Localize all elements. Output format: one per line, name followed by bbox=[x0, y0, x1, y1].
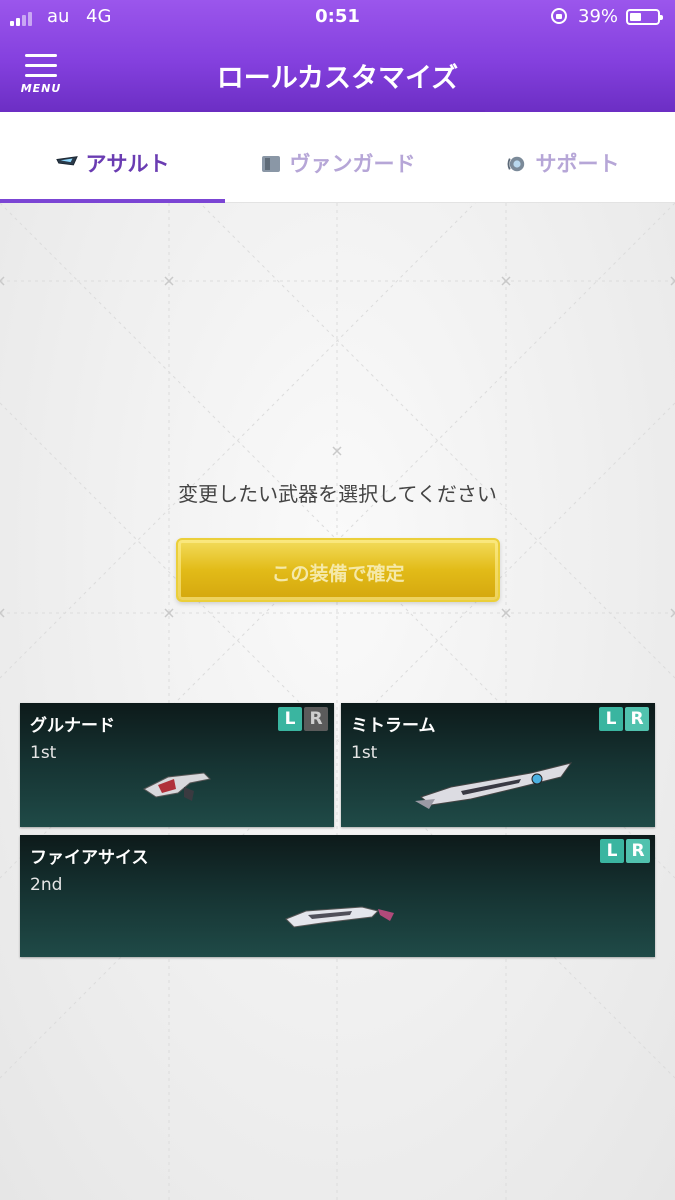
rotation-lock-icon bbox=[551, 8, 567, 24]
confirm-equipment-button[interactable]: この装備で確定 bbox=[176, 538, 500, 602]
badge-r: R bbox=[304, 707, 328, 731]
badge-l: L bbox=[599, 707, 623, 731]
tab-assault[interactable]: アサルト bbox=[0, 112, 225, 203]
support-orb-icon bbox=[507, 156, 524, 172]
weapon-mitraam-image bbox=[415, 762, 573, 809]
confirm-button-label: この装備で確定 bbox=[271, 563, 405, 585]
badge-l: L bbox=[600, 839, 624, 863]
weapon-rank: 1st bbox=[351, 743, 378, 763]
weapon-rank: 2nd bbox=[30, 875, 63, 895]
weapon-grunard-image bbox=[143, 772, 212, 801]
weapon-rank: 1st bbox=[30, 743, 57, 763]
weapon-card-firescythe[interactable]: ファイアサイス 2nd L R bbox=[20, 835, 655, 957]
vanguard-shield-icon bbox=[261, 156, 280, 172]
weapon-name: ミトラーム bbox=[351, 716, 436, 736]
weapon-card-grunard[interactable]: グルナード 1st L R bbox=[20, 703, 334, 827]
badge-l: L bbox=[278, 707, 302, 731]
weapon-card-mitraam[interactable]: ミトラーム 1st L R bbox=[341, 703, 655, 827]
badge-r: R bbox=[625, 707, 649, 731]
background-grid bbox=[0, 203, 675, 1200]
badge-r: R bbox=[626, 839, 650, 863]
weapon-name: グルナード bbox=[30, 716, 115, 736]
weapon-firescythe-image bbox=[285, 906, 394, 928]
assault-blade-icon bbox=[55, 156, 78, 166]
lr-badge: L R bbox=[599, 707, 651, 731]
instruction-text: 変更したい武器を選択してください bbox=[178, 482, 497, 506]
tab-label: サポート bbox=[535, 152, 620, 176]
role-tabs: アサルト ヴァンガード サポート bbox=[0, 112, 675, 203]
tab-label: アサルト bbox=[85, 152, 170, 176]
weapon-name: ファイアサイス bbox=[30, 848, 149, 868]
main-content: 変更したい武器を選択してください この装備で確定 グルナード 1st L R ミ… bbox=[0, 203, 675, 1200]
page-title: ロールカスタマイズ bbox=[216, 63, 459, 94]
lr-badge: L R bbox=[600, 839, 652, 863]
lr-badge: L R bbox=[278, 707, 330, 731]
battery-percent: 39% bbox=[578, 6, 619, 27]
battery-icon bbox=[626, 9, 663, 25]
app-header: au 4G 0:51 39% MENU ロールカスタマイズ bbox=[0, 0, 675, 118]
status-bar: au 4G 0:51 39% bbox=[0, 0, 675, 34]
status-time: 0:51 bbox=[315, 6, 360, 27]
tab-support[interactable]: サポート bbox=[450, 112, 675, 202]
tab-label: ヴァンガード bbox=[289, 152, 416, 176]
tab-vanguard[interactable]: ヴァンガード bbox=[225, 112, 450, 202]
